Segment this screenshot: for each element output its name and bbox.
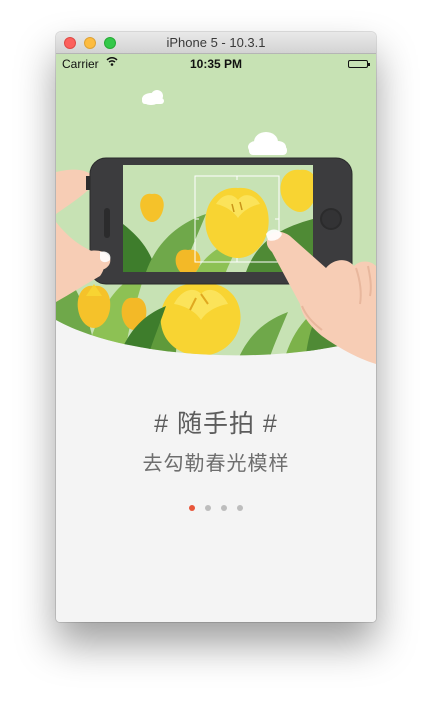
window-title: iPhone 5 - 10.3.1 (166, 35, 266, 50)
page-dot-4[interactable] (237, 505, 243, 511)
battery-icon (348, 60, 370, 68)
page-dot-1[interactable] (189, 505, 195, 511)
onboarding-illustration (56, 54, 376, 364)
onboarding-hashtag: # 随手拍 # (154, 410, 278, 438)
device-screen: Carrier 10:35 PM # 随手拍 # 去勾勒春光模样 (56, 54, 376, 622)
window-titlebar: iPhone 5 - 10.3.1 (56, 32, 376, 54)
status-bar: Carrier 10:35 PM (56, 54, 376, 74)
status-time: 10:35 PM (189, 57, 243, 71)
page-dot-2[interactable] (205, 505, 211, 511)
simulator-window: iPhone 5 - 10.3.1 Carrier 10:35 PM # 随手拍… (56, 32, 376, 622)
page-indicator[interactable] (56, 505, 376, 511)
onboarding-tagline: 去勾勒春光模样 (142, 453, 290, 475)
page-dot-3[interactable] (221, 505, 227, 511)
